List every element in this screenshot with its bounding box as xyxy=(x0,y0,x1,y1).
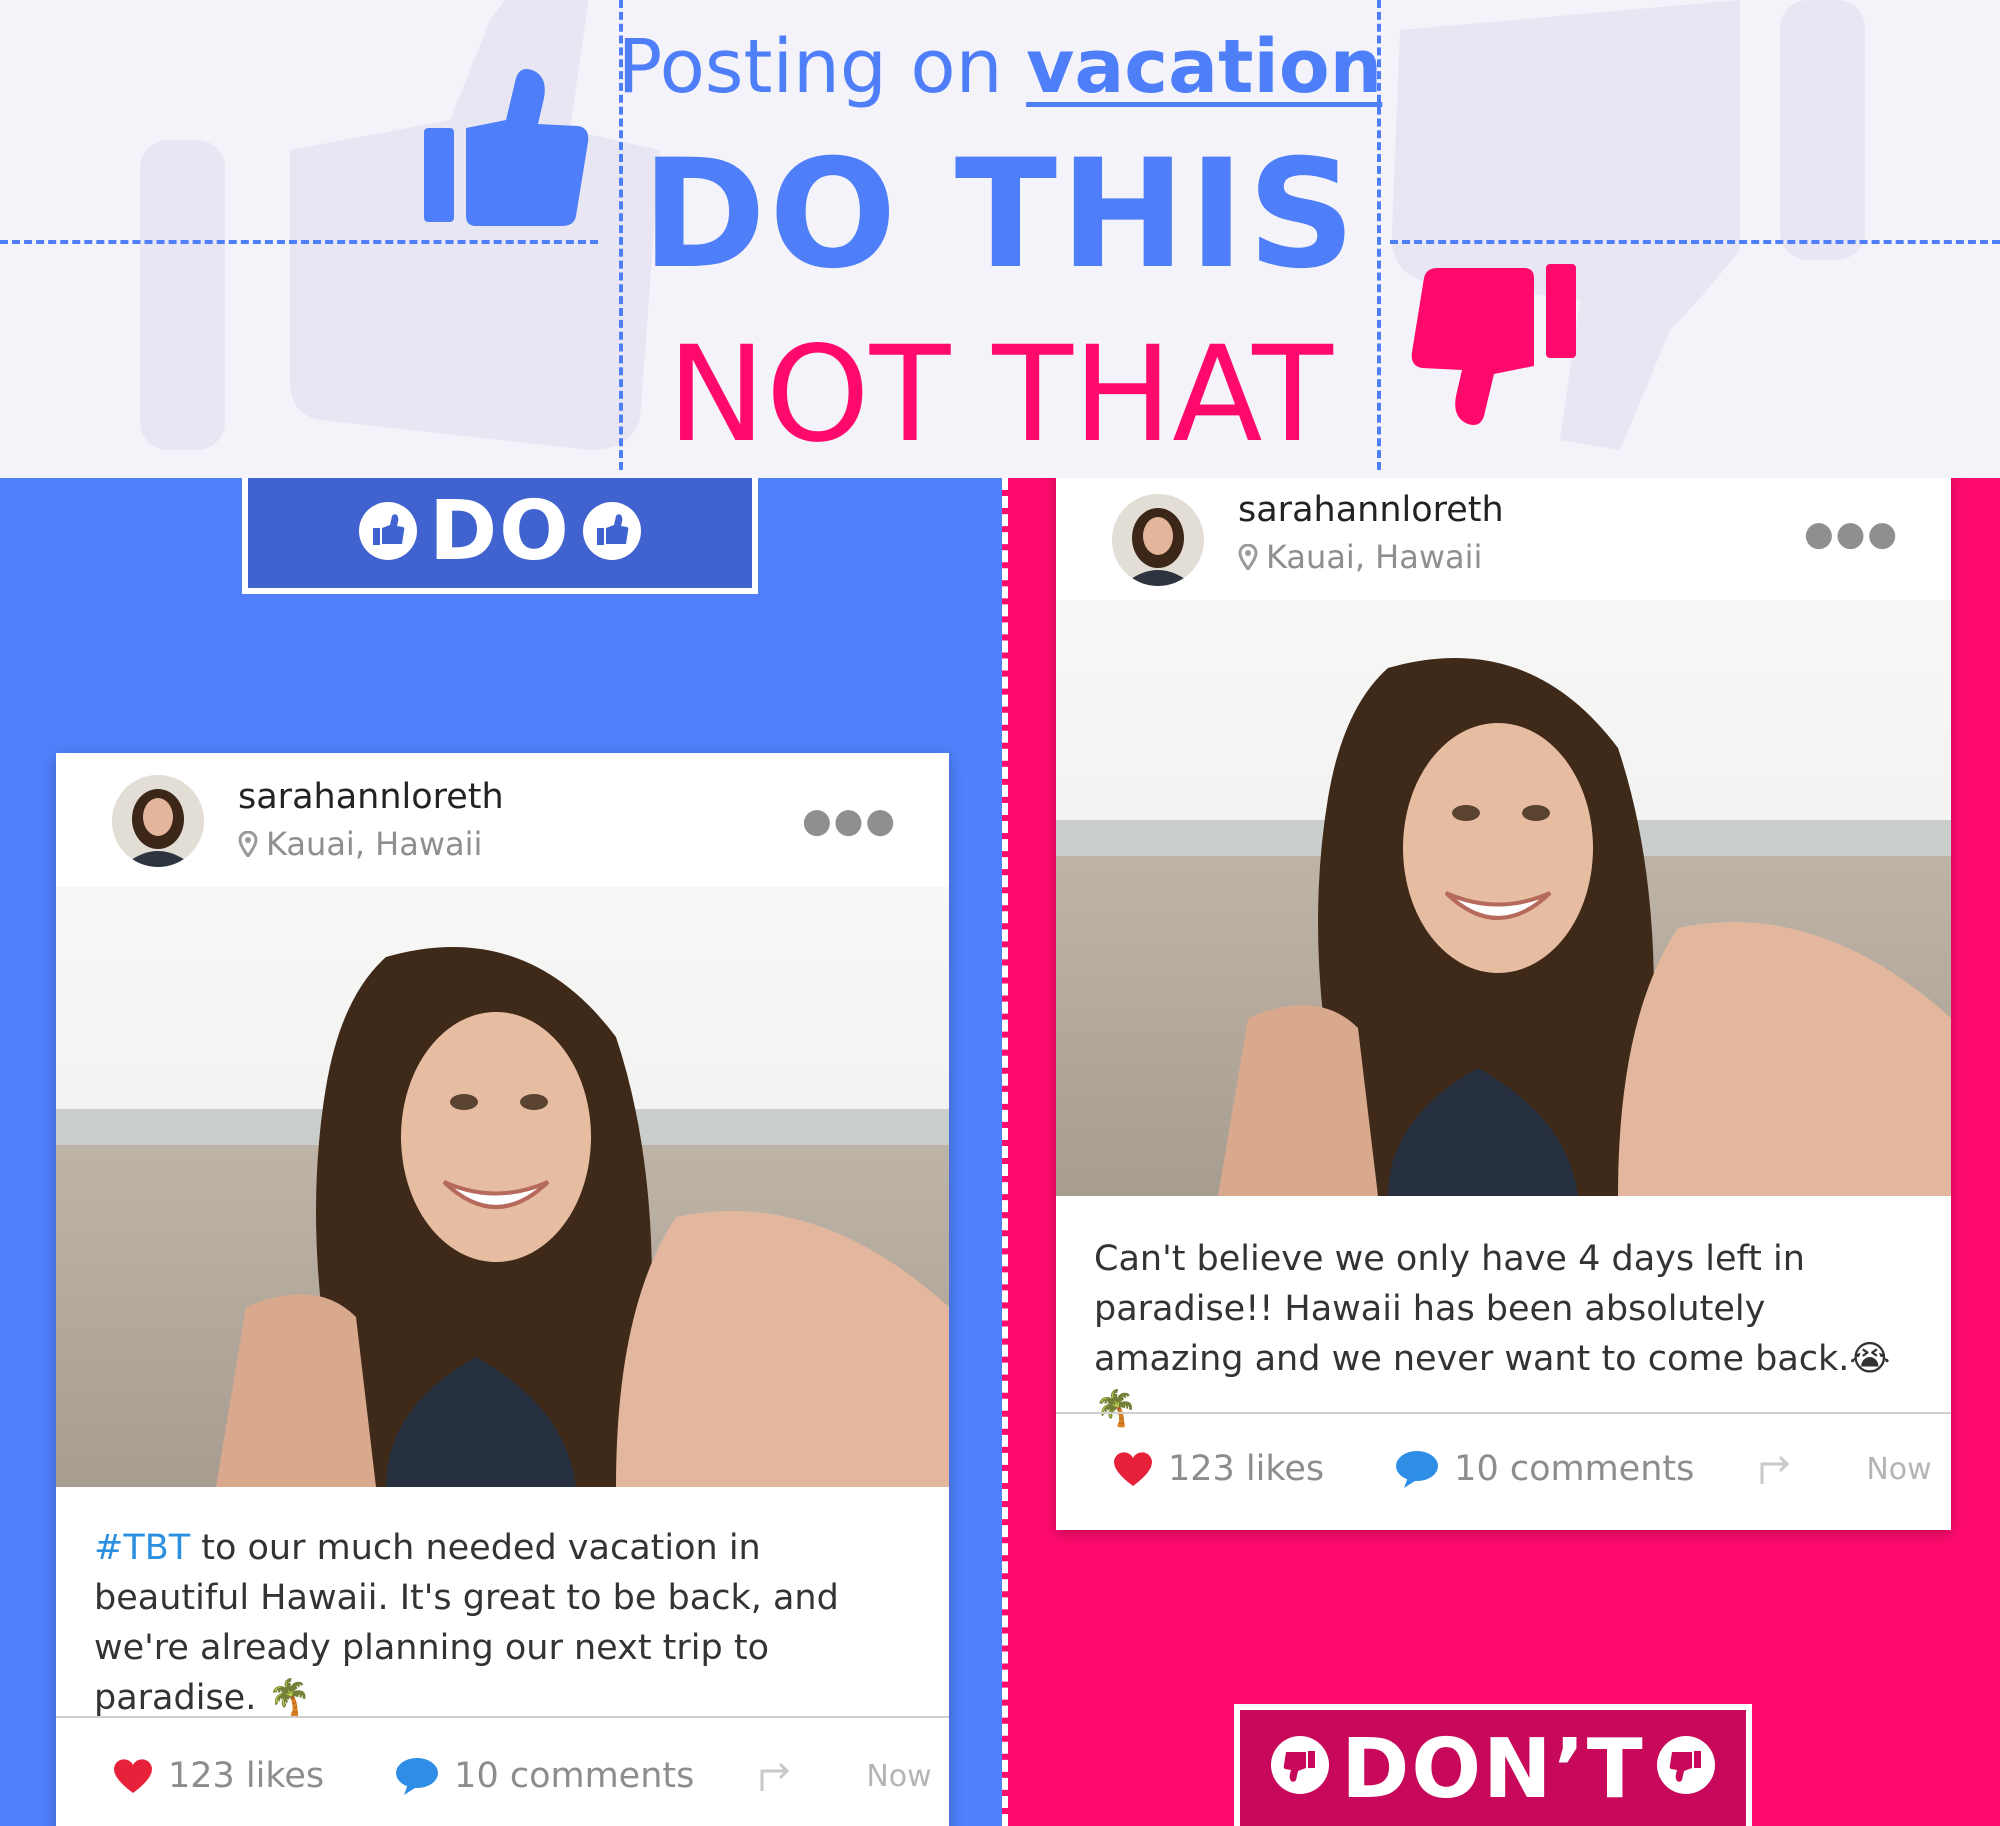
comments-count: 10 comments xyxy=(1454,1449,1695,1489)
username[interactable]: sarahannloreth xyxy=(1238,490,1504,530)
location-label: Kauai, Hawaii xyxy=(1266,538,1483,576)
username[interactable]: sarahannloreth xyxy=(238,777,504,817)
avatar[interactable] xyxy=(112,775,204,867)
share-arrow-icon[interactable] xyxy=(758,1759,792,1793)
header-banner: Posting on vacation DO THIS NOT THAT xyxy=(0,0,2000,478)
more-options-icon[interactable]: ●●● xyxy=(802,801,897,841)
post-caption: #TBT to our much needed vacation in beau… xyxy=(56,1487,949,1723)
hashtag-link[interactable]: #TBT xyxy=(94,1528,190,1568)
location-pin-icon xyxy=(1238,544,1258,570)
more-options-icon[interactable]: ●●● xyxy=(1804,514,1899,554)
dashed-line-right xyxy=(1390,240,2000,244)
location: Kauai, Hawaii xyxy=(238,825,482,863)
post-footer: 123 likes 10 comments Now xyxy=(56,1721,949,1826)
post-photo xyxy=(56,887,949,1487)
comment-bubble-icon xyxy=(396,1758,439,1795)
share-arrow-icon[interactable] xyxy=(1758,1452,1792,1486)
divider xyxy=(56,1716,949,1718)
thumbs-down-icon xyxy=(1656,1736,1715,1794)
post-timestamp: Now xyxy=(1866,1451,1932,1487)
avatar[interactable] xyxy=(1112,494,1204,586)
panel-divider xyxy=(1002,478,1008,1826)
post-header: sarahannloreth Kauai, Hawaii ●●● xyxy=(56,753,949,887)
heart-icon xyxy=(1114,1452,1152,1486)
thumbs-up-icon xyxy=(424,69,589,226)
post-photo xyxy=(1056,600,1951,1196)
do-badge-label: DO xyxy=(429,483,571,579)
title-do-this: DO THIS xyxy=(641,128,1359,302)
caption-text: Can't believe we only have 4 days left i… xyxy=(1094,1239,1891,1429)
comments-button[interactable]: 10 comments xyxy=(1394,1449,1694,1489)
kicker-emphasis: vacation xyxy=(1026,24,1383,110)
thumbs-up-icon xyxy=(359,502,418,560)
dashed-line-left xyxy=(0,240,598,244)
heart-icon xyxy=(114,1759,152,1793)
caption-text: to our much needed vacation in beautiful… xyxy=(94,1528,839,1718)
likes-button[interactable]: 123 likes xyxy=(112,1756,324,1796)
kicker-prefix: Posting on xyxy=(617,24,1003,110)
location-pin-icon xyxy=(238,831,258,857)
post-timestamp: Now xyxy=(866,1758,932,1794)
location: Kauai, Hawaii xyxy=(1238,538,1482,576)
post-footer: 123 likes 10 comments Now xyxy=(1056,1414,1951,1524)
dont-panel: sarahannloreth Kauai, Hawaii ●●● Can't b… xyxy=(1002,478,2000,1826)
background-thumbs-up-icon xyxy=(140,0,660,450)
comment-bubble-icon xyxy=(1396,1451,1439,1488)
comments-button[interactable]: 10 comments xyxy=(394,1756,694,1796)
header-kicker: Posting on vacation xyxy=(610,24,1390,110)
dont-badge-label: DON’T xyxy=(1341,1722,1645,1817)
do-badge: DO xyxy=(242,478,758,594)
thumbs-down-icon xyxy=(1271,1736,1330,1794)
likes-count: 123 likes xyxy=(1168,1449,1325,1489)
title-not-that: NOT THAT xyxy=(667,318,1333,472)
dont-badge: DON’T xyxy=(1234,1704,1752,1826)
post-caption: Can't believe we only have 4 days left i… xyxy=(1056,1196,1951,1434)
do-post-card: sarahannloreth Kauai, Hawaii ●●● #TBT to… xyxy=(56,753,949,1826)
thumbs-up-icon xyxy=(582,502,641,560)
likes-button[interactable]: 123 likes xyxy=(1112,1449,1324,1489)
post-header: sarahannloreth Kauai, Hawaii ●●● xyxy=(1056,478,1951,602)
dont-post-card: sarahannloreth Kauai, Hawaii ●●● Can't b… xyxy=(1056,478,1951,1530)
do-panel: DO sarahannloreth Kauai, Hawaii ●●● #TBT… xyxy=(0,478,1002,1826)
comments-count: 10 comments xyxy=(454,1756,695,1796)
thumbs-down-icon xyxy=(1411,264,1576,425)
location-label: Kauai, Hawaii xyxy=(266,825,483,863)
likes-count: 123 likes xyxy=(168,1756,325,1796)
